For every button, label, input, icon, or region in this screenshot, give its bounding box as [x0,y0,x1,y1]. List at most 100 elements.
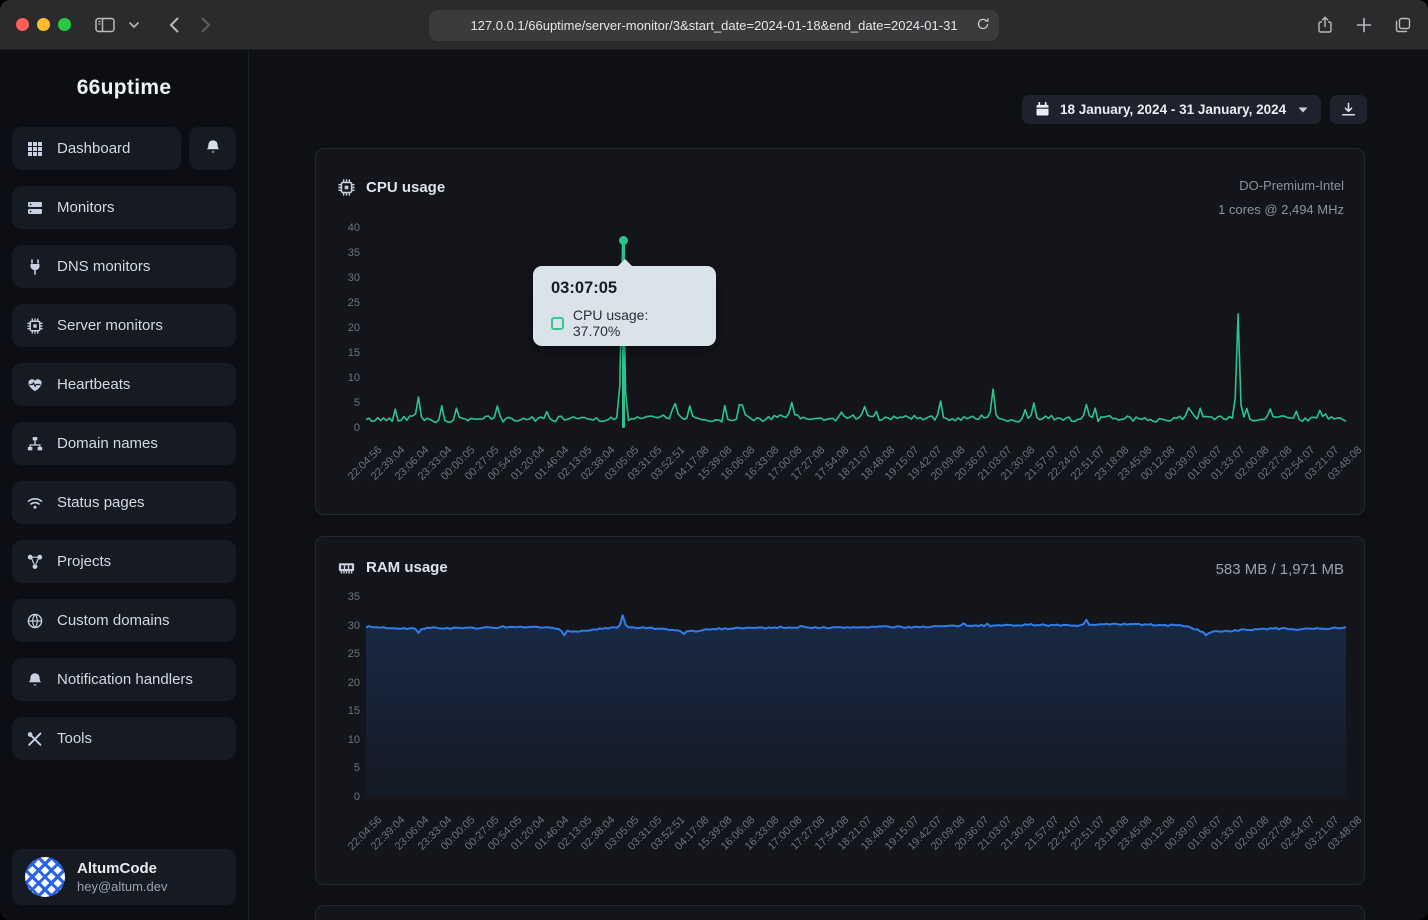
server-name: DO-Premium-Intel [1218,174,1344,198]
caret-down-icon [1298,107,1308,113]
y-axis-tick: 20 [320,676,360,690]
server-info: DO-Premium-Intel 1 cores @ 2,494 MHz [1218,174,1344,222]
notifications-button[interactable] [189,127,236,170]
y-axis-tick: 35 [320,246,360,260]
main-content: 18 January, 2024 - 31 January, 2024 CPU … [249,50,1428,920]
y-axis-tick: 15 [320,346,360,360]
reload-icon[interactable] [976,17,990,34]
share-button[interactable] [1316,16,1334,34]
hover-marker-dot [619,236,628,245]
sitemap-icon [26,436,44,452]
y-axis-tick: 35 [320,590,360,604]
toolbar-chevron-down-icon[interactable] [129,22,139,28]
tooltip-time: 03:07:05 [551,279,698,298]
tools-icon [26,731,44,747]
sidebar-item-label: Dashboard [57,140,130,157]
calendar-icon [1035,102,1050,117]
sidebar-item-notification-handlers[interactable]: Notification handlers [12,658,236,701]
ram-usage-value: 583 MB / 1,971 MB [1216,561,1344,578]
sidebar-item-heartbeats[interactable]: Heartbeats [12,363,236,406]
browser-chrome: 127.0.0.1/66uptime/server-monitor/3&star… [0,0,1428,50]
sidebar-item-dns-monitors[interactable]: DNS monitors [12,245,236,288]
series-marker-icon [551,317,564,330]
sidebar-item-status-pages[interactable]: Status pages [12,481,236,524]
sidebar-item-label: Domain names [57,435,158,452]
diagram-icon [26,554,44,570]
ram-usage-card: RAM usage 583 MB / 1,971 MB 0 5 10 15 20 25 30… [315,536,1365,885]
y-axis-tick: 10 [320,371,360,385]
sidebar-item-label: DNS monitors [57,258,150,275]
cpu-x-axis: 22:04:5622:39:0423:06:0423:33:0400:00:05… [366,436,1346,512]
chip-icon [26,318,44,334]
new-tab-button[interactable] [1355,16,1373,34]
sidebar-nav: Dashboard Monitors DNS monitors Server m… [0,127,248,760]
server-spec: 1 cores @ 2,494 MHz [1218,198,1344,222]
ram-chart-plot[interactable] [366,597,1346,797]
sidebar-item-monitors[interactable]: Monitors [12,186,236,229]
window-controls [16,18,71,31]
sidebar-item-label: Projects [57,553,111,570]
sidebar-toggle-button[interactable] [95,17,115,33]
ram-x-axis: 22:04:5622:39:0423:06:0423:33:0400:00:05… [366,806,1346,882]
sidebar: 66uptime Dashboard Monitors DNS monitors [0,50,249,920]
forward-button[interactable] [201,17,211,33]
ram-stick-icon [338,559,355,576]
y-axis-tick: 5 [320,396,360,410]
sidebar-item-custom-domains[interactable]: Custom domains [12,599,236,642]
bell-icon [205,139,221,158]
tooltip-value: CPU usage: 37.70% [573,307,698,339]
minimize-window-button[interactable] [37,18,50,31]
sidebar-item-label: Server monitors [57,317,163,334]
sidebar-item-tools[interactable]: Tools [12,717,236,760]
app-window: 127.0.0.1/66uptime/server-monitor/3&star… [0,0,1428,920]
y-axis-tick: 0 [320,421,360,435]
server-icon [26,200,44,216]
sidebar-item-label: Monitors [57,199,115,216]
account-email: hey@altum.dev [77,878,168,895]
sidebar-item-server-monitors[interactable]: Server monitors [12,304,236,347]
sidebar-item-label: Notification handlers [57,671,193,688]
globe-icon [26,613,44,629]
back-button[interactable] [169,17,179,33]
y-axis-tick: 30 [320,271,360,285]
bell-icon [26,672,44,688]
y-axis-tick: 10 [320,733,360,747]
brand-logo: 66uptime [0,76,248,100]
y-axis-tick: 5 [320,761,360,775]
url-text: 127.0.0.1/66uptime/server-monitor/3&star… [470,18,957,33]
cpu-chip-icon [338,179,355,196]
close-window-button[interactable] [16,18,29,31]
date-range-picker[interactable]: 18 January, 2024 - 31 January, 2024 [1022,95,1321,124]
partial-card [315,905,1365,920]
y-axis-tick: 0 [320,790,360,804]
chart-tooltip: 03:07:05 CPU usage: 37.70% [533,266,716,346]
date-range-value: 18 January, 2024 - 31 January, 2024 [1060,102,1286,117]
y-axis-tick: 15 [320,704,360,718]
heart-pulse-icon [26,377,44,393]
sidebar-item-label: Tools [57,730,92,747]
y-axis-tick: 30 [320,619,360,633]
cpu-chart-plot[interactable] [366,228,1346,428]
y-axis-tick: 25 [320,647,360,661]
sidebar-item-label: Status pages [57,494,145,511]
account-card[interactable]: AltumCode hey@altum.dev [12,849,236,905]
sidebar-item-domain-names[interactable]: Domain names [12,422,236,465]
avatar [25,857,65,897]
y-axis-tick: 25 [320,296,360,310]
sidebar-item-label: Heartbeats [57,376,130,393]
ram-card-title: RAM usage [366,559,448,576]
y-axis-tick: 40 [320,221,360,235]
plug-icon [26,259,44,275]
account-name: AltumCode [77,859,168,878]
cpu-usage-card: CPU usage DO-Premium-Intel 1 cores @ 2,4… [315,148,1365,515]
grid-icon [26,141,44,157]
sidebar-item-projects[interactable]: Projects [12,540,236,583]
export-button[interactable] [1330,95,1367,124]
download-icon [1341,102,1356,117]
maximize-window-button[interactable] [58,18,71,31]
wifi-icon [26,495,44,511]
sidebar-item-dashboard[interactable]: Dashboard [12,127,181,170]
address-bar[interactable]: 127.0.0.1/66uptime/server-monitor/3&star… [429,10,999,41]
cpu-card-title: CPU usage [366,179,445,196]
tab-overview-button[interactable] [1394,16,1412,34]
